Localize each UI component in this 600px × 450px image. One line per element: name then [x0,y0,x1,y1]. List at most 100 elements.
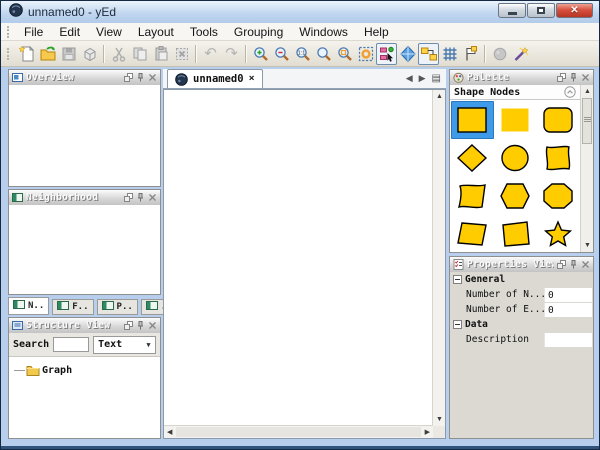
overview-canvas[interactable] [9,85,160,186]
palette-shape-diamond[interactable] [451,139,494,177]
menu-layout[interactable]: Layout [130,24,182,40]
pin-icon[interactable] [136,73,145,82]
menu-file[interactable]: File [16,24,51,40]
tree-item-graph[interactable]: Graph [9,364,160,376]
graph-canvas[interactable]: ▲ ▼ ◀ ▶ [163,89,446,439]
canvas-vertical-scrollbar[interactable]: ▲ ▼ [432,90,445,426]
scrollbar-track[interactable] [176,427,421,437]
palette-shape-hexagon[interactable] [494,177,537,215]
delete-button[interactable] [171,43,192,65]
fit-selection-button[interactable] [355,43,376,65]
menu-grouping[interactable]: Grouping [226,24,291,40]
search-filter-dropdown[interactable]: Text ▼ [93,336,156,354]
close-button[interactable]: ✕ [556,3,593,18]
close-icon[interactable] [148,73,157,82]
collapse-icon[interactable] [453,275,462,284]
palette-shape-curved-rectangle[interactable] [536,139,579,177]
copy-button[interactable] [129,43,150,65]
open-button[interactable] [37,43,58,65]
pin-icon[interactable] [569,260,578,269]
grid-button[interactable] [439,43,460,65]
fit-content-button[interactable] [313,43,334,65]
redo-button[interactable]: ↷ [221,43,242,65]
minimize-button[interactable] [498,3,526,18]
edit-mode-button[interactable] [376,43,397,65]
canvas-horizontal-scrollbar[interactable]: ◀ ▶ [164,425,433,438]
scroll-left-icon[interactable]: ◀ [167,429,172,436]
float-icon[interactable] [124,321,133,330]
neighborhood-canvas[interactable] [9,205,160,294]
menu-tools[interactable]: Tools [182,24,226,40]
next-tab-icon[interactable]: ▶ [419,73,426,84]
overview-tool-button[interactable] [489,43,510,65]
palette-scrollbar[interactable]: ▲ ▼ [580,85,593,252]
collapse-icon[interactable] [453,320,462,329]
undo-button[interactable]: ↶ [200,43,221,65]
menu-view[interactable]: View [88,24,130,40]
zoom-area-button[interactable] [334,43,355,65]
document-tab[interactable]: unnamed0 × [167,69,263,88]
dock-tab-0[interactable]: N.. [8,297,49,315]
float-icon[interactable] [557,73,566,82]
palette-shape-octagon[interactable] [536,177,579,215]
palette-shape-rectangle-plain[interactable] [494,101,537,139]
toolbar-drag-handle[interactable] [7,48,11,60]
palette-shape-parallelogram[interactable] [451,215,494,253]
navigation-mode-button[interactable] [397,43,418,65]
close-icon[interactable] [148,321,157,330]
snap-lines-button[interactable] [418,43,439,65]
palette-shape-rectangle[interactable] [451,101,494,139]
scroll-right-icon[interactable]: ▶ [425,429,430,436]
flag-button[interactable] [460,43,481,65]
zoom-out-button[interactable] [271,43,292,65]
title-bar[interactable]: unnamed0 - yEd ✕ [1,1,599,23]
save-button[interactable] [58,43,79,65]
palette-shape-round-rectangle[interactable] [536,101,579,139]
scrollbar-thumb[interactable] [582,98,592,144]
menu-edit[interactable]: Edit [51,24,88,40]
float-icon[interactable] [124,73,133,82]
pin-icon[interactable] [136,193,145,202]
palette-shape-star[interactable] [536,215,579,253]
float-icon[interactable] [557,260,566,269]
float-icon[interactable] [124,193,133,202]
maximize-button[interactable] [527,3,555,18]
overview-panel-titlebar[interactable]: Overview [9,70,160,86]
dock-tab-2[interactable]: P.. [97,299,138,315]
scroll-up-icon[interactable]: ▲ [584,88,591,95]
close-icon[interactable] [148,193,157,202]
paste-button[interactable] [150,43,171,65]
cut-button[interactable] [108,43,129,65]
magic-wand-button[interactable] [510,43,531,65]
palette-panel-titlebar[interactable]: Palette [450,70,593,86]
scroll-down-icon[interactable]: ▼ [436,416,443,423]
property-value[interactable] [544,333,592,347]
zoom-in-button[interactable] [250,43,271,65]
pin-icon[interactable] [136,321,145,330]
prev-tab-icon[interactable]: ◀ [406,73,413,84]
collapse-section-icon[interactable] [564,86,576,98]
menu-help[interactable]: Help [356,24,397,40]
scroll-up-icon[interactable]: ▲ [436,93,443,100]
dock-tab-1[interactable]: F.. [52,299,93,315]
shape-nodes-section-header[interactable]: Shape Nodes [450,85,580,100]
palette-shape-ellipse[interactable] [494,139,537,177]
menubar-drag-handle[interactable] [7,26,11,38]
tab-close-icon[interactable]: × [249,74,255,84]
new-document-button[interactable] [16,43,37,65]
close-icon[interactable] [581,260,590,269]
properties-panel-titlebar[interactable]: Properties View [450,257,593,273]
tab-list-icon[interactable]: ▤ [432,73,441,84]
structure-panel-titlebar[interactable]: Structure View [9,318,160,334]
zoom-actual-button[interactable]: 1:1 [292,43,313,65]
pin-icon[interactable] [569,73,578,82]
print-button[interactable] [79,43,100,65]
close-icon[interactable] [581,73,590,82]
search-input[interactable] [53,337,89,352]
scroll-down-icon[interactable]: ▼ [584,242,591,249]
property-value[interactable]: 0 [544,303,592,317]
neighborhood-panel-titlebar[interactable]: Neighborhood [9,190,160,206]
palette-shape-wavy-rectangle[interactable] [451,177,494,215]
palette-shape-trapezoid[interactable] [494,215,537,253]
menu-windows[interactable]: Windows [291,24,356,40]
